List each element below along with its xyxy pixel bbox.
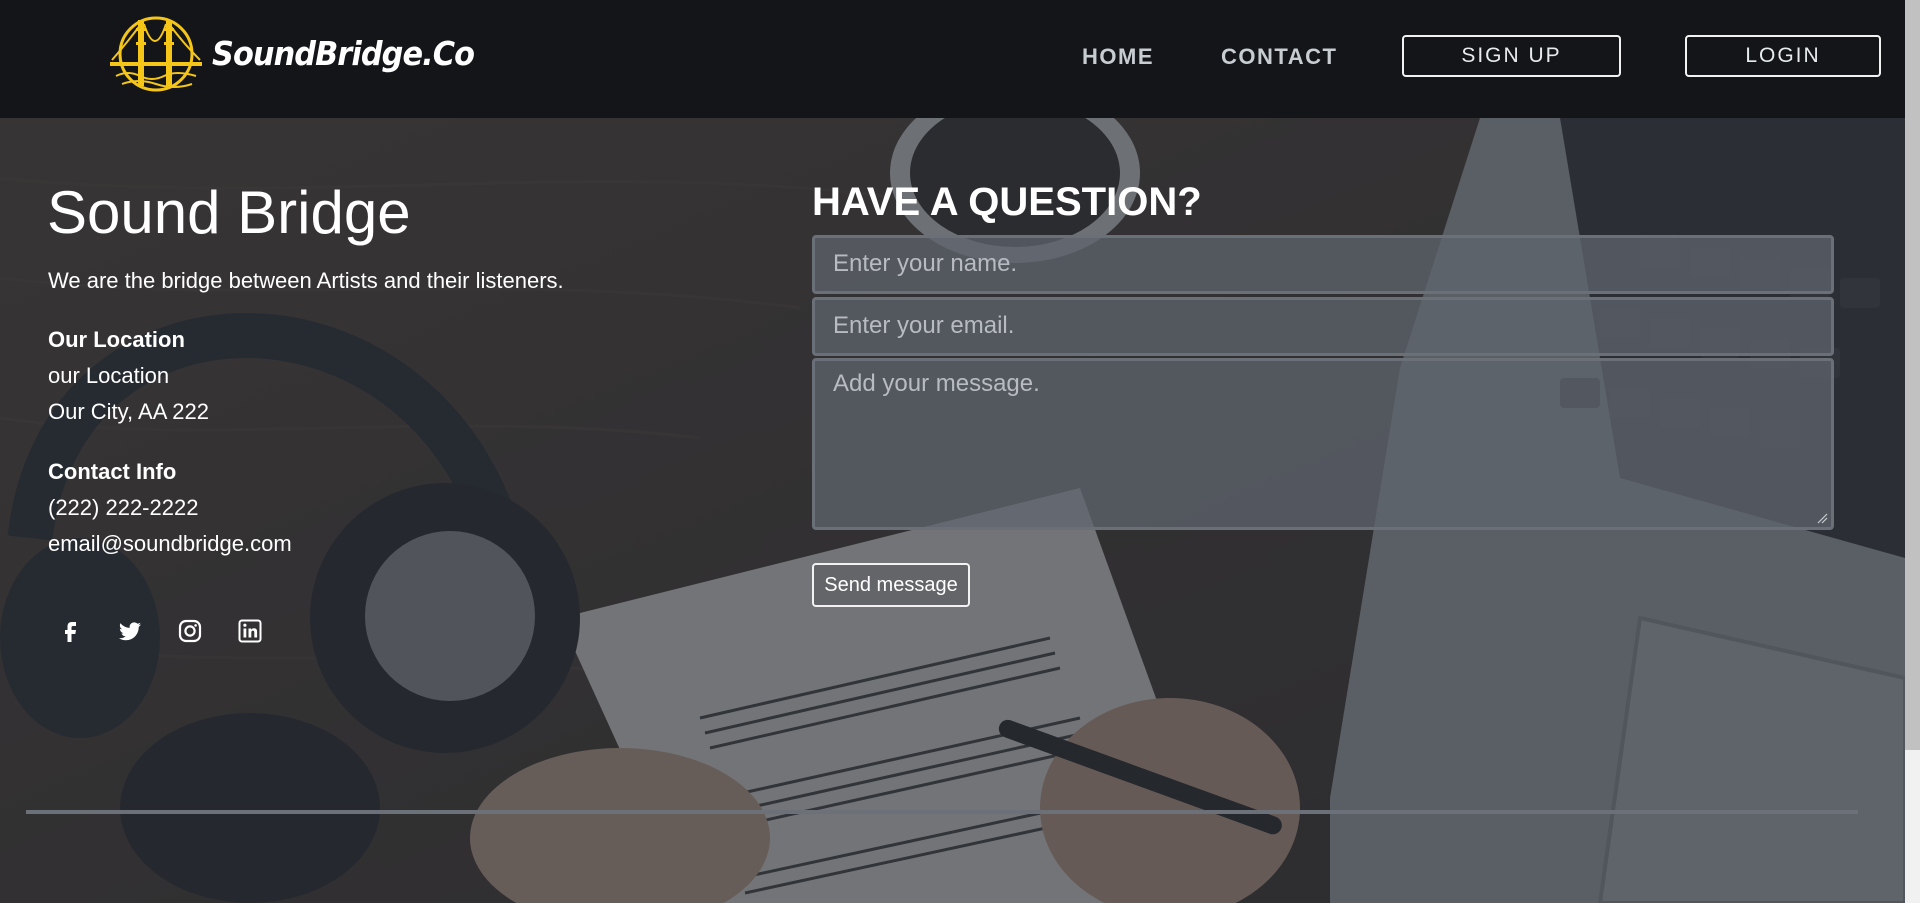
send-message-button[interactable]: Send message <box>812 563 970 607</box>
message-textarea[interactable]: Add your message. <box>812 358 1834 530</box>
location-line: our Location <box>48 363 170 388</box>
form-title: HAVE A QUESTION? <box>812 180 1202 224</box>
footer-divider <box>26 810 1858 814</box>
location-heading: Our Location <box>48 327 185 352</box>
nav-home-link[interactable]: HOME <box>1082 44 1154 70</box>
contact-heading: Contact Info <box>48 459 177 484</box>
resize-handle-icon[interactable] <box>1816 512 1828 524</box>
instagram-icon[interactable] <box>177 618 203 644</box>
brand-name: SoundBridge.Co <box>212 33 475 73</box>
login-button[interactable]: LOGIN <box>1685 35 1881 77</box>
name-input[interactable]: Enter your name. <box>812 235 1834 294</box>
phone-number: (222) 222-2222 <box>48 495 199 520</box>
twitter-icon[interactable] <box>117 618 143 644</box>
site-title: Sound Bridge <box>47 179 411 246</box>
tagline: We are the bridge between Artists and th… <box>48 268 564 293</box>
email-placeholder: Enter your email. <box>833 312 1015 339</box>
page: SoundBridge.Co HOME CONTACT SIGN UP LOGI… <box>0 0 1920 903</box>
email-input[interactable]: Enter your email. <box>812 297 1834 356</box>
brand-link[interactable]: SoundBridge.Co <box>108 14 497 92</box>
navbar: SoundBridge.Co HOME CONTACT SIGN UP LOGI… <box>0 0 1905 118</box>
linkedin-icon[interactable] <box>237 618 263 644</box>
facebook-icon[interactable] <box>57 618 83 644</box>
name-placeholder: Enter your name. <box>833 250 1018 277</box>
golden-gate-bridge-icon <box>110 16 202 92</box>
message-placeholder: Add your message. <box>833 370 1040 397</box>
nav-contact-link[interactable]: CONTACT <box>1221 44 1337 70</box>
email-address: email@soundbridge.com <box>48 531 292 556</box>
city-line: Our City, AA 222 <box>48 399 210 424</box>
signup-button[interactable]: SIGN UP <box>1402 35 1621 77</box>
scrollbar-thumb[interactable] <box>1905 0 1920 750</box>
